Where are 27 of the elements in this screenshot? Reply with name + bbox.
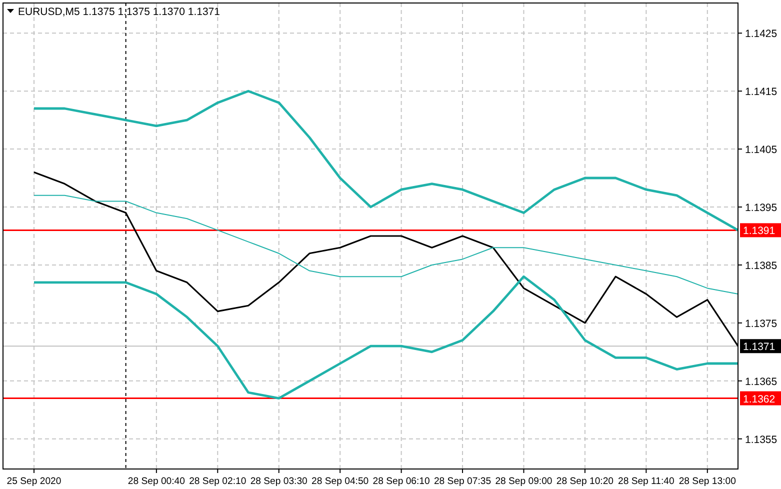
x-axis-label: 28 Sep 00:40 [128, 476, 185, 487]
y-axis-label: 1.1405 [745, 144, 778, 156]
price-tag: 1.1362 [740, 391, 781, 406]
x-axis-label: 28 Sep 02:10 [189, 476, 246, 487]
y-axis-label: 1.1415 [745, 86, 778, 98]
y-axis-label: 1.1375 [745, 318, 778, 330]
y-axis-label: 1.1365 [745, 376, 778, 388]
y-axis-label: 1.1395 [745, 202, 778, 214]
x-axis-label: 28 Sep 06:10 [372, 476, 430, 487]
x-axis-label: 28 Sep 10:20 [556, 476, 614, 487]
x-axis-label: 28 Sep 04:50 [312, 476, 369, 487]
chart-title: EURUSD,M5 1.1375 1.1375 1.1370 1.1371 [18, 6, 220, 18]
ref-line-label: 1.1391 [743, 225, 776, 238]
price-tag: 1.1391 [740, 223, 781, 238]
y-axis-label: 1.1385 [745, 260, 778, 272]
ref-line-label: 1.1371 [743, 341, 776, 354]
x-axis-label: 28 Sep 11:40 [618, 476, 674, 487]
ref-line-label: 1.1362 [743, 393, 776, 406]
x-axis-label: 28 Sep 09:00 [495, 476, 552, 487]
x-axis-label: 28 Sep 13:00 [678, 476, 736, 487]
x-axis-label: 28 Sep 07:35 [434, 476, 492, 487]
price-tag: 1.1371 [740, 339, 781, 354]
y-axis-label: 1.1425 [745, 28, 778, 40]
x-axis-label: 28 Sep 03:30 [250, 476, 308, 487]
x-axis-label: 25 Sep 2020 [6, 476, 62, 487]
dropdown-triangle-icon[interactable] [7, 9, 14, 13]
y-axis-label: 1.1355 [745, 434, 778, 446]
